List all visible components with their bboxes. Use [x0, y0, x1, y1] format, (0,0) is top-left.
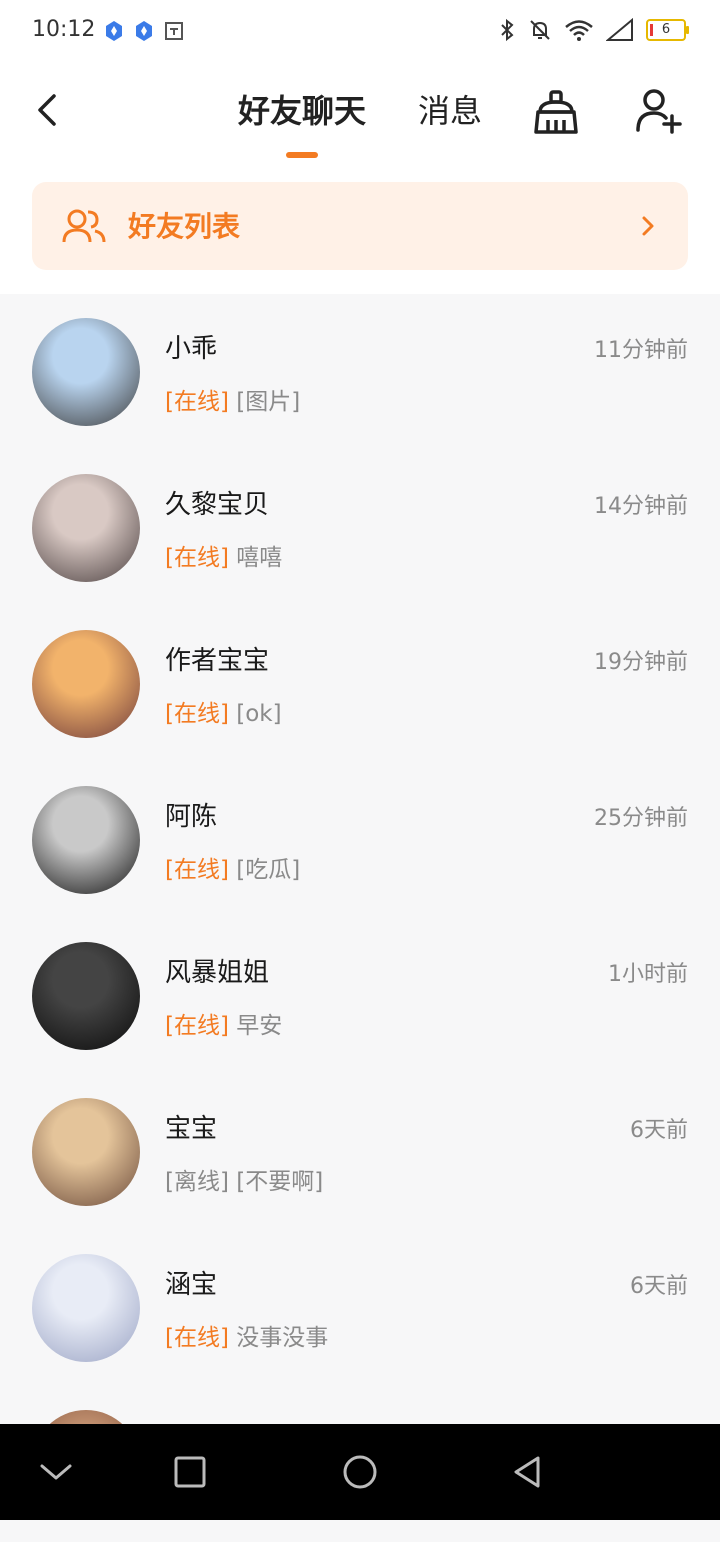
avatar: [32, 1254, 140, 1362]
wifi-icon: [565, 20, 593, 41]
active-tab-indicator: [286, 152, 318, 158]
avatar: [32, 318, 140, 426]
online-status: [在线]: [165, 545, 229, 571]
mute-icon: [530, 20, 550, 40]
chat-list: 小乖 11分钟前 [在线] [图片] 久黎宝贝 14分钟前 [在线] 嘻嘻 作者…: [0, 294, 720, 1542]
status-bar: 10:12 6: [0, 0, 720, 62]
chevron-right-icon: [642, 216, 654, 236]
online-status: [在线]: [165, 857, 229, 883]
last-message: [ok]: [236, 701, 282, 727]
recent-apps-icon[interactable]: [170, 1452, 210, 1492]
chat-list-item[interactable]: 作者宝宝 19分钟前 [在线] [ok]: [0, 606, 720, 762]
signal-icon: [606, 18, 633, 41]
chat-time: 14分钟前: [594, 494, 688, 519]
tab-friends-chat[interactable]: 好友聊天: [238, 86, 366, 132]
chat-list-item[interactable]: 阿陈 25分钟前 [在线] [吃瓜]: [0, 762, 720, 918]
last-message: 早安: [236, 1013, 283, 1039]
chat-name: 小乖: [165, 334, 218, 364]
chat-preview: [在线] 嘻嘻: [165, 538, 282, 572]
collapse-down-icon[interactable]: [36, 1452, 76, 1492]
online-status: [在线]: [165, 701, 229, 727]
add-friend-icon[interactable]: [634, 86, 682, 134]
app-notification-icon: [106, 21, 122, 41]
chat-list-item[interactable]: 宝宝 6天前 [离线] [不要啊]: [0, 1074, 720, 1230]
chat-time: 6天前: [630, 1118, 688, 1143]
battery-level: 6: [661, 22, 671, 37]
chat-name: 涵宝: [165, 1270, 218, 1300]
chat-preview: [在线] [图片]: [165, 382, 300, 416]
last-message: [不要啊]: [236, 1169, 324, 1195]
chat-list-item[interactable]: 小乖 11分钟前 [在线] [图片]: [0, 294, 720, 450]
status-notification-icons: [104, 20, 184, 42]
chat-preview: [在线] [ok]: [165, 694, 282, 728]
chat-time: 1小时前: [608, 962, 688, 987]
online-status: [离线]: [165, 1169, 229, 1195]
avatar: [32, 630, 140, 738]
chat-name: 宝宝: [165, 1114, 218, 1144]
tab-messages[interactable]: 消息: [418, 86, 482, 132]
chat-name: 久黎宝贝: [165, 490, 270, 520]
system-nav-bar: [0, 1424, 720, 1520]
chat-time: 6天前: [630, 1274, 688, 1299]
status-time: 10:12: [32, 17, 96, 42]
last-message: [吃瓜]: [236, 857, 301, 883]
screenshot-notification-icon: [165, 22, 183, 40]
chat-name: 阿陈: [165, 802, 218, 832]
online-status: [在线]: [165, 1325, 229, 1351]
last-message: [图片]: [236, 389, 301, 415]
chat-preview: [在线] [吃瓜]: [165, 850, 300, 884]
home-icon[interactable]: [340, 1452, 380, 1492]
back-triangle-icon[interactable]: [508, 1452, 548, 1492]
chat-name: 风暴姐姐: [165, 958, 270, 988]
header: 好友聊天 消息 好友列表: [0, 62, 720, 294]
chat-preview: [在线] 没事没事: [165, 1318, 328, 1352]
avatar: [32, 1098, 140, 1206]
chat-name: 作者宝宝: [165, 646, 270, 676]
chat-list-item[interactable]: 风暴姐姐 1小时前 [在线] 早安: [0, 918, 720, 1074]
friend-list-banner[interactable]: 好友列表: [32, 182, 688, 270]
chat-time: 19分钟前: [594, 650, 688, 675]
app-notification-icon: [136, 21, 152, 41]
chat-preview: [在线] 早安: [165, 1006, 282, 1040]
chat-time: 25分钟前: [594, 806, 688, 831]
battery-icon: 6: [646, 19, 689, 41]
online-status: [在线]: [165, 389, 229, 415]
bluetooth-icon: [501, 18, 514, 42]
last-message: 嘻嘻: [236, 545, 283, 571]
back-arrow-icon[interactable]: [28, 90, 68, 130]
chat-list-item[interactable]: 久黎宝贝 14分钟前 [在线] 嘻嘻: [0, 450, 720, 606]
chat-list-item[interactable]: 涵宝 6天前 [在线] 没事没事: [0, 1230, 720, 1386]
online-status: [在线]: [165, 1013, 229, 1039]
avatar: [32, 786, 140, 894]
chat-time: 11分钟前: [594, 338, 688, 363]
status-system-icons: 6: [498, 18, 689, 42]
avatar: [32, 942, 140, 1050]
clean-broom-icon[interactable]: [532, 88, 580, 136]
friends-icon: [62, 209, 106, 243]
chat-preview: [离线] [不要啊]: [165, 1162, 323, 1196]
last-message: 没事没事: [236, 1325, 329, 1351]
avatar: [32, 474, 140, 582]
friend-list-label: 好友列表: [128, 210, 241, 243]
